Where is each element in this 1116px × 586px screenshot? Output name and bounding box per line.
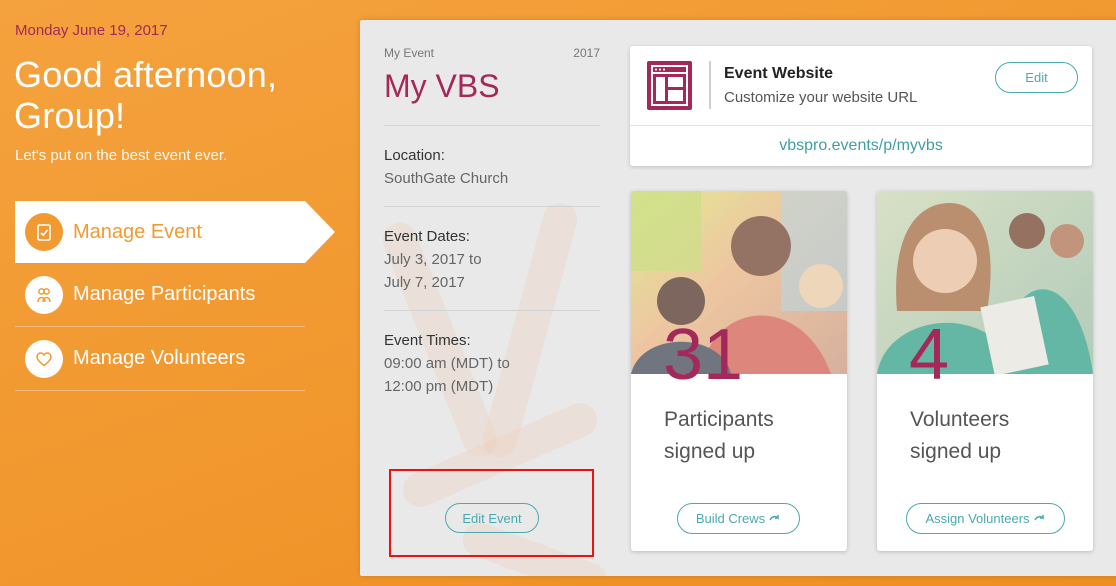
arrow-icon	[1033, 511, 1046, 526]
clipboard-check-icon	[25, 213, 63, 251]
participants-line2: signed up	[664, 440, 756, 463]
nav-item-label: Manage Participants	[73, 283, 256, 305]
people-icon	[25, 275, 63, 314]
event-website-card: Event Website Customize your website URL…	[630, 46, 1092, 166]
website-title: Event Website	[724, 65, 834, 82]
nav-item-manage-event[interactable]: Manage Event	[15, 201, 335, 263]
event-title: My VBS	[384, 68, 500, 104]
assign-volunteers-button[interactable]: Assign Volunteers	[906, 503, 1065, 534]
volunteers-caption: Volunteers signed up	[910, 404, 1070, 468]
location-label: Location:	[384, 147, 445, 164]
build-crews-button[interactable]: Build Crews	[677, 503, 800, 534]
arrow-icon	[769, 511, 781, 526]
layout-icon	[647, 61, 692, 110]
event-details: My Event 2017 My VBS Location: SouthGate…	[384, 46, 600, 414]
website-edit-button[interactable]: Edit	[995, 62, 1078, 93]
dates-line1: July 3, 2017 to	[384, 251, 482, 268]
heart-icon	[25, 339, 63, 378]
event-times: Event Times: 09:00 am (MDT) to 12:00 pm …	[384, 311, 600, 414]
current-date: Monday June 19, 2017	[15, 22, 168, 39]
location-value: SouthGate Church	[384, 170, 509, 187]
volunteers-line2: signed up	[910, 440, 1002, 463]
times-line2: 12:00 pm (MDT)	[384, 378, 494, 395]
event-kicker: My Event	[384, 46, 435, 60]
times-label: Event Times:	[384, 332, 471, 349]
nav-item-label: Manage Volunteers	[73, 347, 246, 369]
greeting-heading: Good afternoon, Group!	[14, 54, 278, 136]
sidebar-nav: Manage Event Manage Participants Manage …	[15, 201, 335, 391]
times-line1: 09:00 am (MDT) to	[384, 355, 510, 372]
build-crews-label: Build Crews	[695, 511, 766, 526]
volunteers-count: 4	[909, 315, 950, 395]
nav-item-manage-volunteers[interactable]: Manage Volunteers	[15, 327, 305, 391]
participants-line1: Participants	[664, 408, 774, 431]
main-panel: My Event 2017 My VBS Location: SouthGate…	[360, 20, 1116, 576]
participants-count: 31	[663, 315, 744, 395]
nav-item-manage-participants[interactable]: Manage Participants	[15, 263, 305, 327]
dates-label: Event Dates:	[384, 228, 470, 245]
dates-line2: July 7, 2017	[384, 274, 465, 291]
event-year: 2017	[573, 46, 600, 60]
website-subtitle: Customize your website URL	[724, 89, 918, 106]
assign-volunteers-label: Assign Volunteers	[925, 511, 1030, 526]
edit-event-button[interactable]: Edit Event	[445, 503, 539, 533]
event-location: Location: SouthGate Church	[384, 126, 600, 207]
participants-card[interactable]: 31 Participants signed up Build Crews	[631, 191, 847, 551]
volunteers-card[interactable]: 4 Volunteers signed up Assign Volunteers	[877, 191, 1093, 551]
participants-caption: Participants signed up	[664, 404, 824, 468]
volunteers-line1: Volunteers	[910, 408, 1010, 431]
nav-item-label: Manage Event	[73, 220, 202, 243]
event-dates: Event Dates: July 3, 2017 to July 7, 201…	[384, 207, 600, 311]
website-url-link[interactable]: vbspro.events/p/myvbs	[630, 126, 1092, 166]
tagline: Let's put on the best event ever.	[15, 147, 228, 164]
